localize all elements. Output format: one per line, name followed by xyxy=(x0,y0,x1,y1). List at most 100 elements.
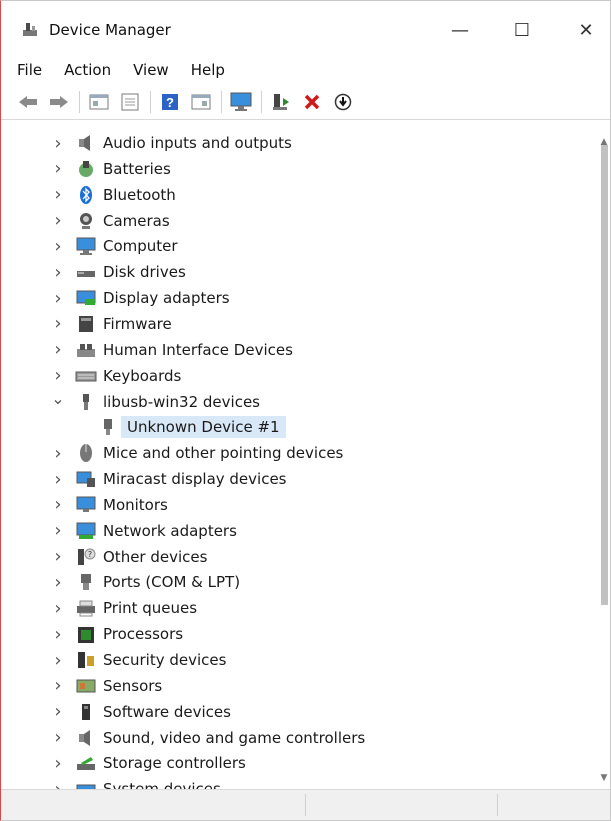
help-button[interactable]: ? xyxy=(157,89,183,115)
chevron-right-icon[interactable]: › xyxy=(51,494,65,515)
forward-icon xyxy=(50,96,68,108)
tree-item-label: Unknown Device #1 xyxy=(121,416,286,439)
scroll-down-icon[interactable]: ▼ xyxy=(598,771,610,785)
chevron-right-icon[interactable]: › xyxy=(51,727,65,748)
chevron-right-icon[interactable]: › xyxy=(51,133,65,154)
tree-category-item[interactable]: › Software devices xyxy=(51,700,231,724)
scrollbar-thumb[interactable] xyxy=(601,145,608,605)
tree-category-item[interactable]: › Print queues xyxy=(51,596,197,620)
back-button[interactable] xyxy=(15,89,41,115)
device-tree[interactable]: › Audio inputs and outputs › Batteries › Blue… xyxy=(1,127,599,791)
tree-category-item[interactable]: › Firmware xyxy=(51,312,171,336)
chevron-right-icon[interactable]: › xyxy=(51,313,65,334)
tree-category-item[interactable]: › Disk drives xyxy=(51,260,185,284)
chevron-right-icon[interactable]: › xyxy=(51,236,65,257)
tree-item-label: Sound, video and game controllers xyxy=(103,728,366,747)
tree-category-item[interactable]: › Audio inputs and outputs xyxy=(51,131,292,155)
tree-item-label: Batteries xyxy=(103,159,171,178)
tree-item-label: Processors xyxy=(103,625,184,644)
tree-category-item[interactable]: › Monitors xyxy=(51,493,167,517)
toolbar-separator xyxy=(150,91,151,113)
menu-file[interactable]: File xyxy=(17,59,42,83)
menu-view[interactable]: View xyxy=(133,59,169,83)
chevron-right-icon[interactable]: › xyxy=(51,701,65,722)
tree-item-label: Ports (COM & LPT) xyxy=(103,573,241,592)
usb-icon xyxy=(83,393,89,410)
tree-item-label: Cameras xyxy=(103,211,170,230)
chevron-right-icon[interactable]: › xyxy=(51,675,65,696)
miracast-icon xyxy=(76,471,95,488)
tree-category-item[interactable]: ⌄ libusb-win32 devices xyxy=(51,389,260,414)
computer-icon xyxy=(76,237,96,256)
tree-category-item[interactable]: ›? Other devices xyxy=(51,545,207,569)
scan-hardware-button[interactable] xyxy=(330,89,356,115)
chevron-right-icon[interactable]: › xyxy=(51,288,65,309)
window-title: Device Manager xyxy=(49,21,171,39)
chevron-right-icon[interactable]: › xyxy=(51,184,65,205)
tree-category-item[interactable]: › Cameras xyxy=(51,209,170,233)
chevron-right-icon[interactable]: › xyxy=(51,753,65,774)
chevron-right-icon[interactable]: › xyxy=(51,158,65,179)
chevron-right-icon[interactable]: › xyxy=(51,469,65,490)
tree-category-item[interactable]: › Computer xyxy=(51,234,177,258)
tree-category-item[interactable]: › Network adapters xyxy=(51,519,237,543)
tree-item-label: Mice and other pointing devices xyxy=(103,444,344,463)
camera-icon xyxy=(80,212,92,229)
toolbar-separator xyxy=(79,91,80,113)
chevron-right-icon[interactable]: › xyxy=(51,210,65,231)
tree-category-item[interactable]: › Human Interface Devices xyxy=(51,338,293,362)
tree-child-item[interactable]: Unknown Device #1 xyxy=(97,415,286,439)
show-hidden-button[interactable] xyxy=(117,89,143,115)
properties-button[interactable] xyxy=(86,89,112,115)
toolbar-separator xyxy=(261,91,262,113)
close-button[interactable]: ✕ xyxy=(563,13,609,47)
maximize-button[interactable]: ☐ xyxy=(499,13,545,47)
close-icon: ✕ xyxy=(578,19,594,41)
chevron-right-icon[interactable]: › xyxy=(51,546,65,567)
tree-category-item[interactable]: › Miracast display devices xyxy=(51,467,287,491)
chevron-right-icon[interactable]: › xyxy=(51,520,65,541)
svg-text:?: ? xyxy=(166,95,174,110)
monitor-button[interactable] xyxy=(228,89,254,115)
tree-category-item[interactable]: › Bluetooth xyxy=(51,183,175,207)
chevron-right-icon[interactable]: › xyxy=(51,624,65,645)
tree-category-item[interactable]: › Storage controllers xyxy=(51,751,245,775)
status-divider xyxy=(497,794,498,816)
tree-category-item[interactable]: › Mice and other pointing devices xyxy=(51,441,343,465)
tree-item-label: Keyboards xyxy=(103,366,182,385)
minimize-button[interactable]: — xyxy=(437,13,483,47)
chevron-right-icon[interactable]: › xyxy=(51,365,65,386)
printer-icon xyxy=(77,600,95,617)
tree-item-label: Miracast display devices xyxy=(103,470,287,489)
chevron-down-icon[interactable]: ⌄ xyxy=(51,389,65,408)
tree-item-label: Audio inputs and outputs xyxy=(103,134,292,152)
storage-icon xyxy=(77,757,95,771)
vertical-scrollbar[interactable]: ▲ ▼ xyxy=(598,127,610,791)
chevron-right-icon[interactable]: › xyxy=(51,339,65,360)
network-adapter-icon xyxy=(76,522,96,539)
tree-category-item[interactable]: › Security devices xyxy=(51,648,226,672)
firmware-icon xyxy=(79,315,93,332)
details-button[interactable] xyxy=(188,89,214,115)
tree-category-item[interactable]: › Display adapters xyxy=(51,286,229,310)
details-icon xyxy=(191,94,211,110)
tree-category-item[interactable]: › Ports (COM & LPT) xyxy=(51,570,240,594)
tree-category-item[interactable]: › Batteries xyxy=(51,157,171,181)
chevron-right-icon[interactable]: › xyxy=(51,650,65,671)
tree-category-item[interactable]: › Sound, video and game controllers xyxy=(51,726,365,750)
mouse-icon xyxy=(80,444,92,463)
tree-item-label: Print queues xyxy=(103,599,198,618)
update-driver-button[interactable] xyxy=(268,89,294,115)
tree-category-item[interactable]: › Sensors xyxy=(51,674,162,698)
title-bar[interactable]: Device Manager — ☐ ✕ xyxy=(1,1,610,59)
chevron-right-icon[interactable]: › xyxy=(51,572,65,593)
chevron-right-icon[interactable]: › xyxy=(51,443,65,464)
chevron-right-icon[interactable]: › xyxy=(51,262,65,283)
tree-category-item[interactable]: › Processors xyxy=(51,622,183,646)
tree-category-item[interactable]: › Keyboards xyxy=(51,364,181,388)
chevron-right-icon[interactable]: › xyxy=(51,598,65,619)
menu-action[interactable]: Action xyxy=(64,59,111,83)
menu-help[interactable]: Help xyxy=(191,59,225,83)
uninstall-button[interactable] xyxy=(299,89,325,115)
forward-button[interactable] xyxy=(46,89,72,115)
